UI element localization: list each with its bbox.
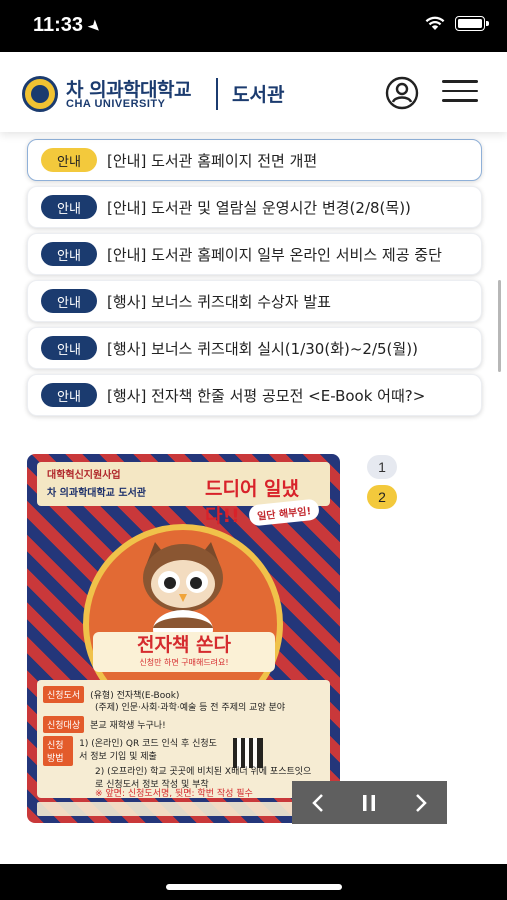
prev-slide-button[interactable] — [298, 783, 338, 823]
notice-title: [행사] 보너스 퀴즈대회 수상자 발표 — [107, 292, 331, 311]
notice-item[interactable]: 안내 [행사] 전자책 한줄 서평 공모전 <E-Book 어때?> — [27, 374, 482, 416]
notice-title: [안내] 도서관 홈페이지 일부 온라인 서비스 제공 중단 — [107, 245, 442, 264]
page-2-button[interactable]: 2 — [367, 485, 397, 509]
notice-badge: 안내 — [41, 289, 97, 313]
notice-badge: 안내 — [41, 336, 97, 360]
notice-badge: 안내 — [41, 242, 97, 266]
info-row: 신청대상 본교 재학생 누구나! — [43, 716, 166, 733]
home-indicator[interactable] — [166, 884, 342, 890]
university-emblem-icon[interactable] — [22, 76, 58, 112]
info-tag: 신청도서 — [43, 686, 85, 703]
next-slide-button[interactable] — [401, 783, 441, 823]
chevron-left-icon — [312, 793, 323, 812]
user-profile-button[interactable] — [385, 76, 419, 110]
pause-icon — [363, 794, 376, 811]
banner-org: 차 의과학대학교 도서관 — [47, 488, 146, 499]
battery-icon — [455, 16, 489, 31]
info-tag: 신청대상 — [43, 716, 85, 733]
logo-english[interactable]: CHA UNIVERSITY — [66, 98, 166, 110]
status-time: 11:33 ➤ — [33, 14, 105, 37]
home-indicator-area — [0, 864, 507, 900]
user-icon — [385, 76, 419, 110]
slider-controls — [292, 781, 447, 824]
info-row: 신청방법 1) (온라인) QR 코드 인식 후 신청도서 정보 기입 및 제출 — [43, 736, 223, 766]
notice-badge: 안내 — [41, 195, 97, 219]
banner-footer — [37, 802, 330, 816]
menu-line-icon — [442, 99, 478, 102]
info-tag: 신청방법 — [43, 736, 74, 766]
scrollbar[interactable] — [498, 280, 501, 372]
info-text: 1) (온라인) QR 코드 인식 후 신청도서 정보 기입 및 제출 — [79, 739, 217, 762]
banner-program: 대학혁신지원사업 — [47, 470, 121, 481]
notice-item[interactable]: 안내 [행사] 보너스 퀴즈대회 실시(1/30(화)~2/5(월)) — [27, 327, 482, 369]
info-row: ※ 앞면: 신청도서명, 뒷면: 학번 작성 필수 — [95, 786, 253, 799]
chevron-right-icon — [416, 793, 427, 812]
event-banner[interactable]: 대학혁신지원사업 차 의과학대학교 도서관 드디어 일냈다!! 일단 해부임! … — [27, 454, 340, 823]
clock: 11:33 — [33, 14, 84, 36]
app-screen: 차 의과학대학교 CHA UNIVERSITY 도서관 안내 [안내] 도서관 … — [0, 52, 507, 864]
notice-title: [안내] 도서관 및 열람실 운영시간 변경(2/8(목)) — [107, 198, 411, 217]
section-title[interactable]: 도서관 — [232, 80, 284, 107]
notice-title: [행사] 전자책 한줄 서평 공모전 <E-Book 어때?> — [107, 386, 426, 405]
notice-item[interactable]: 안내 [행사] 보너스 퀴즈대회 수상자 발표 — [27, 280, 482, 322]
info-text: (주제) 인문·사회·과학·예술 등 전 주제의 교양 분야 — [95, 703, 286, 713]
info-text: ※ 앞면: 신청도서명, 뒷면: 학번 작성 필수 — [95, 789, 253, 799]
location-arrow-icon: ➤ — [85, 16, 106, 36]
wifi-icon — [425, 16, 445, 30]
banner-info: 신청도서 (유형) 전자책(E-Book) (주제) 인문·사회·과학·예술 등… — [37, 680, 330, 799]
notice-list: 안내 [안내] 도서관 홈페이지 전면 개편 안내 [안내] 도서관 및 열람실… — [27, 139, 482, 421]
logo-divider — [216, 78, 218, 110]
menu-line-icon — [442, 80, 478, 83]
banner-title: 전자책 쏜다 — [136, 634, 231, 656]
info-text: 본교 재학생 누구나! — [90, 721, 166, 731]
banner-header: 대학혁신지원사업 차 의과학대학교 도서관 드디어 일냈다!! — [37, 462, 330, 527]
banner-title-ribbon: 전자책 쏜다 신청만 하면 구매해드려요! — [93, 632, 275, 672]
menu-line-icon — [442, 89, 478, 92]
page-1-button[interactable]: 1 — [367, 455, 397, 479]
notice-badge: 안내 — [41, 148, 97, 172]
banner-pager: 1 2 — [367, 455, 397, 515]
hamburger-menu-button[interactable] — [442, 80, 478, 106]
status-icons — [425, 16, 489, 31]
banner-subtitle: 신청만 하면 구매해드려요! — [139, 658, 229, 667]
notice-item[interactable]: 안내 [안내] 도서관 홈페이지 전면 개편 — [27, 139, 482, 181]
notice-item[interactable]: 안내 [안내] 도서관 및 열람실 운영시간 변경(2/8(목)) — [27, 186, 482, 228]
notice-item[interactable]: 안내 [안내] 도서관 홈페이지 일부 온라인 서비스 제공 중단 — [27, 233, 482, 275]
header: 차 의과학대학교 CHA UNIVERSITY 도서관 — [0, 52, 507, 132]
notice-badge: 안내 — [41, 383, 97, 407]
info-row: (주제) 인문·사회·과학·예술 등 전 주제의 교양 분야 — [95, 700, 285, 713]
notice-title: [안내] 도서관 홈페이지 전면 개편 — [107, 151, 318, 170]
pause-button[interactable] — [349, 783, 389, 823]
status-bar: 11:33 ➤ — [0, 0, 507, 52]
notice-title: [행사] 보너스 퀴즈대회 실시(1/30(화)~2/5(월)) — [107, 339, 418, 358]
